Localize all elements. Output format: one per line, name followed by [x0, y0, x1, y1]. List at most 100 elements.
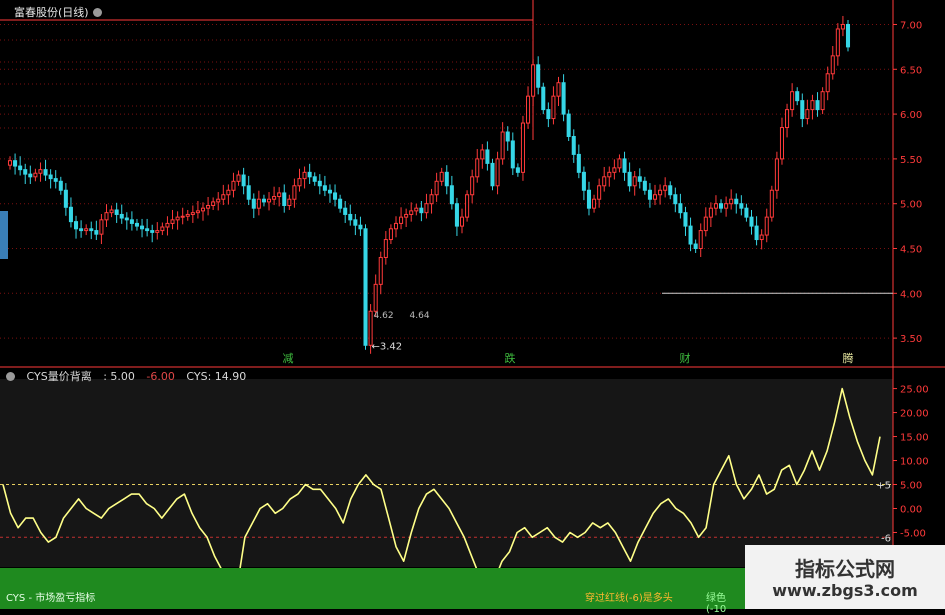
candle-body	[348, 213, 353, 221]
candle-body	[114, 209, 119, 215]
candle-body	[500, 131, 505, 160]
candle-body	[713, 203, 718, 209]
candle-body	[58, 180, 63, 191]
candle-body	[754, 225, 759, 241]
settings-dot-icon[interactable]	[92, 8, 102, 17]
candle-body	[211, 201, 216, 206]
indicator-param-1: : 5.00	[103, 370, 135, 383]
watermark-url: www.zbgs3.com	[772, 581, 918, 600]
candle-body	[170, 219, 175, 224]
candle-body	[261, 198, 266, 203]
stock-title: 富春股份(日线)	[14, 4, 102, 20]
candle-body	[561, 82, 566, 115]
price-tick-label: 4.50	[900, 245, 922, 256]
candle-body	[317, 180, 322, 187]
candle-body	[703, 216, 708, 232]
indicator-tab-bar[interactable]: CYS - 市场盈亏指标 穿过红线(-6)是多头 绿色(-10	[0, 568, 745, 615]
candle-body	[89, 228, 94, 232]
indicator-tick-label: 25.00	[900, 385, 929, 396]
event-label: 腾	[843, 351, 854, 365]
candle-body	[155, 230, 160, 233]
price-tick-label: 7.00	[900, 20, 922, 31]
candle-body	[480, 149, 485, 160]
side-toggle-tab[interactable]	[0, 211, 8, 259]
candle-body	[475, 158, 480, 178]
event-label: 减	[283, 352, 294, 365]
candle-body	[470, 176, 475, 196]
candle-body	[744, 207, 749, 218]
candle-body	[566, 113, 571, 137]
indicator-reference-label: -6	[881, 533, 891, 544]
candle-body	[48, 174, 53, 180]
candle-body	[43, 169, 48, 176]
candle-body	[358, 224, 363, 230]
candle-body	[383, 239, 388, 258]
candle-body	[272, 196, 277, 200]
candle-body	[820, 91, 825, 111]
indicator-tab-label[interactable]: CYS - 市场盈亏指标	[6, 589, 95, 604]
candle-body	[124, 217, 129, 221]
stock-chart[interactable]: 7.00 6.50 6.00 5.50 5.00 4.50 4.00 3.50 4.62 4.64…	[0, 0, 945, 609]
candle-body	[830, 55, 835, 75]
candle-body	[84, 228, 89, 232]
candle-body	[444, 171, 449, 187]
candle-body	[602, 176, 607, 187]
candle-body	[140, 225, 145, 230]
candle-body	[33, 172, 38, 178]
candle-body	[18, 165, 23, 171]
candle-body	[734, 198, 739, 205]
candle-body	[759, 234, 764, 241]
candle-body	[454, 203, 459, 227]
price-tick-label: 3.50	[900, 334, 922, 345]
candle-body	[810, 100, 815, 111]
candle-body	[322, 185, 327, 191]
candle-body	[150, 230, 155, 233]
candle-body	[790, 91, 795, 111]
candle-body	[668, 185, 673, 196]
candle-body	[592, 198, 597, 209]
candle-body	[282, 192, 287, 206]
candle-body	[216, 198, 221, 203]
candle-body	[292, 185, 297, 200]
candle-body	[510, 140, 515, 169]
candle-body	[160, 226, 165, 232]
candle-body	[226, 189, 231, 196]
candle-body	[835, 28, 840, 57]
candle-body	[815, 100, 820, 111]
low-price-label: ←3.42	[372, 341, 403, 352]
candle-body	[785, 109, 790, 129]
candle-body	[343, 207, 348, 215]
candle-body	[586, 189, 592, 209]
indicator-header: CYS量价背离 : 5.00 -6.00 CYS: 14.90	[2, 368, 254, 384]
candle-body	[698, 230, 703, 250]
candle-body	[536, 64, 541, 88]
candle-body	[571, 135, 576, 155]
candle-body	[414, 207, 419, 212]
candle-body	[729, 198, 734, 205]
candle-body	[627, 171, 632, 187]
indicator-tick-label: 0.00	[900, 504, 922, 515]
candle-body	[246, 185, 251, 200]
price-annotation: 4.62	[374, 311, 394, 321]
candle-body	[663, 185, 668, 191]
candle-body	[637, 176, 642, 182]
candle-body	[805, 109, 810, 120]
candle-body	[515, 167, 520, 173]
candle-body	[688, 225, 693, 245]
indicator-settings-icon[interactable]	[6, 372, 15, 381]
candle-body	[297, 178, 302, 187]
indicator-tick-label: 15.00	[900, 433, 929, 444]
candle-body	[749, 216, 754, 227]
candle-body	[79, 228, 84, 232]
indicator-tick-label: 5.00	[900, 481, 922, 492]
candle-body	[236, 174, 241, 182]
price-annotation: 4.64	[410, 311, 430, 321]
candle-body	[333, 192, 338, 200]
candle-body	[378, 256, 383, 285]
price-tick-label: 5.50	[900, 155, 922, 166]
candle-body	[185, 213, 190, 217]
candle-body	[38, 169, 43, 174]
event-label: 跌	[505, 351, 516, 365]
indicator-panel-background	[0, 379, 893, 567]
candle-body	[459, 216, 465, 227]
